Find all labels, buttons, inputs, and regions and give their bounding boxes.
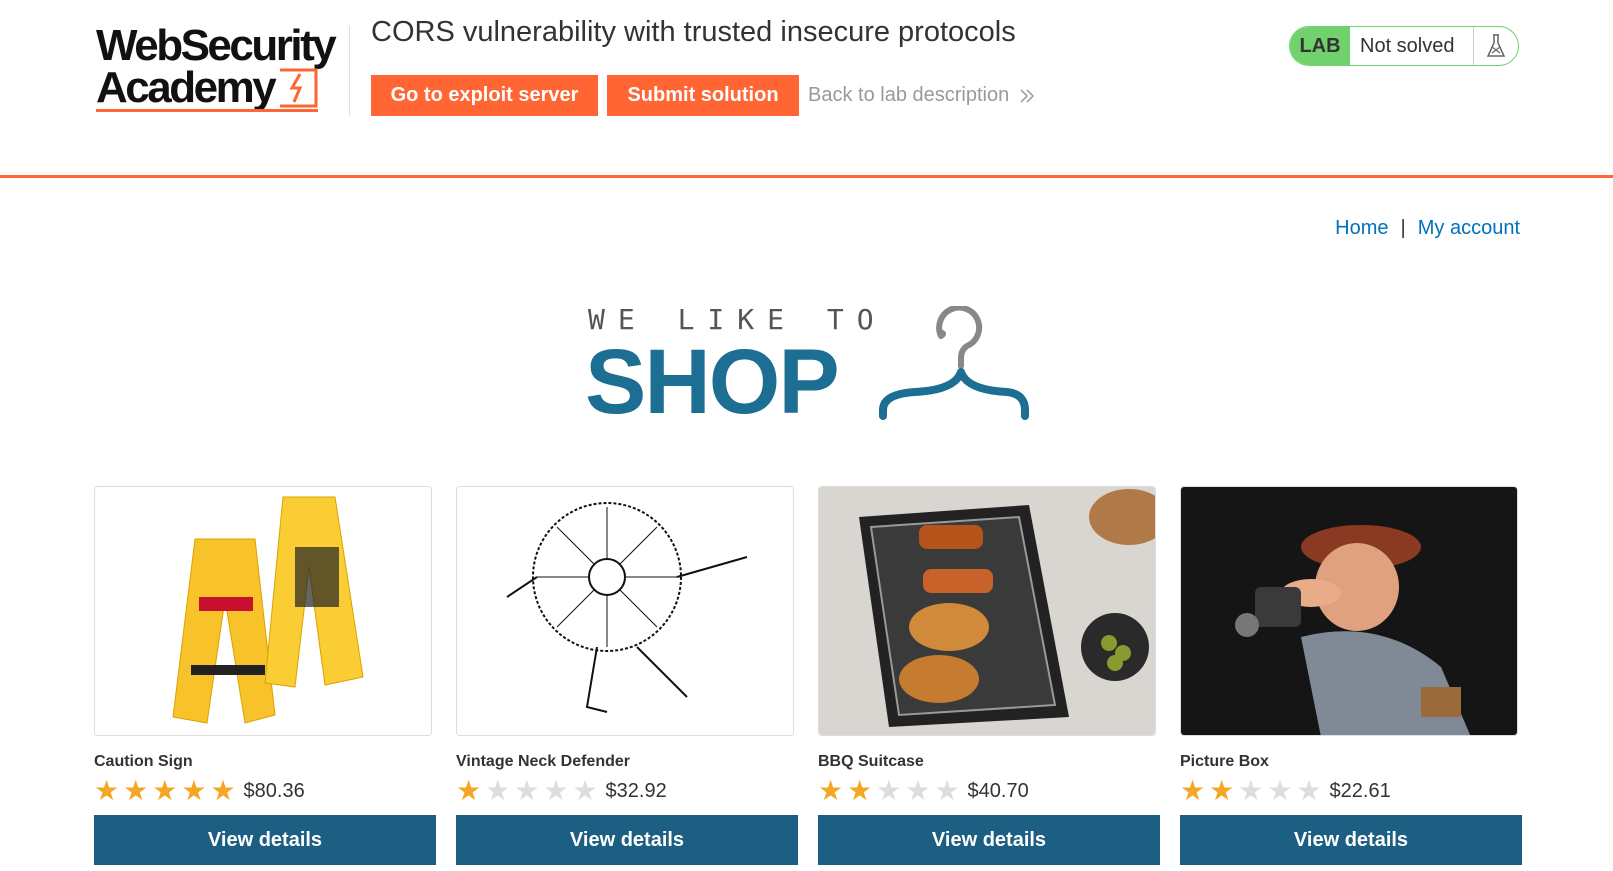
view-details-button[interactable]: View details <box>1180 815 1522 865</box>
star-filled-icon: ★ <box>456 775 482 806</box>
back-to-lab-description-link[interactable]: Back to lab description <box>808 84 1035 107</box>
product-rating-row: ★ ★ ★ ★ ★ $32.92 <box>456 776 798 806</box>
product-image <box>818 486 1156 736</box>
star-empty-icon: ★ <box>934 775 960 806</box>
product-rating-row: ★ ★ ★ ★ ★ $80.36 <box>94 776 436 806</box>
star-empty-icon: ★ <box>1296 775 1322 806</box>
product-image <box>94 486 432 736</box>
lab-title: CORS vulnerability with trusted insecure… <box>371 16 1016 48</box>
star-filled-icon: ★ <box>94 775 120 806</box>
star-empty-icon: ★ <box>485 775 511 806</box>
rating-stars: ★ ★ ★ ★ ★ <box>1180 777 1322 805</box>
home-link[interactable]: Home <box>1335 217 1388 240</box>
star-filled-icon: ★ <box>847 775 873 806</box>
star-filled-icon: ★ <box>181 775 207 806</box>
star-filled-icon: ★ <box>152 775 178 806</box>
star-filled-icon: ★ <box>123 775 149 806</box>
we-like-to-shop-banner: WE LIKE TO SHOP <box>585 300 1035 433</box>
product-name: Caution Sign <box>94 753 193 770</box>
logo-bolt-icon <box>280 68 318 108</box>
academy-header: WebSecurity Academy CORS vulnerability w… <box>0 0 1613 178</box>
lab-status-text: Not solved <box>1350 27 1474 65</box>
logo-line2: Academy <box>96 63 277 112</box>
go-to-exploit-server-button[interactable]: Go to exploit server <box>371 75 598 116</box>
lab-status-widget: LAB Not solved <box>1289 26 1519 66</box>
view-details-button[interactable]: View details <box>94 815 436 865</box>
product-rating-row: ★ ★ ★ ★ ★ $22.61 <box>1180 776 1522 806</box>
star-filled-icon: ★ <box>210 775 236 806</box>
product-card: BBQ Suitcase ★ ★ ★ ★ ★ $40.70 View details <box>818 486 1160 865</box>
product-card: Picture Box ★ ★ ★ ★ ★ $22.61 View details <box>1180 486 1522 865</box>
banner-big-text: SHOP <box>585 331 840 433</box>
nav-separator: | <box>1400 217 1406 239</box>
rating-stars: ★ ★ ★ ★ ★ <box>818 777 960 805</box>
star-empty-icon: ★ <box>514 775 540 806</box>
product-name: BBQ Suitcase <box>818 753 924 770</box>
star-empty-icon: ★ <box>1238 775 1264 806</box>
my-account-link[interactable]: My account <box>1418 217 1520 240</box>
star-filled-icon: ★ <box>1209 775 1235 806</box>
star-empty-icon: ★ <box>876 775 902 806</box>
star-empty-icon: ★ <box>1267 775 1293 806</box>
logo-underline <box>96 109 318 112</box>
product-rating-row: ★ ★ ★ ★ ★ $40.70 <box>818 776 1160 806</box>
product-name: Vintage Neck Defender <box>456 753 630 770</box>
product-image <box>1180 486 1518 736</box>
star-empty-icon: ★ <box>905 775 931 806</box>
view-details-button[interactable]: View details <box>818 815 1160 865</box>
submit-solution-button[interactable]: Submit solution <box>607 75 799 116</box>
product-card: Vintage Neck Defender ★ ★ ★ ★ ★ $32.92 View … <box>456 486 798 865</box>
flask-icon <box>1474 27 1518 65</box>
view-details-button[interactable]: View details <box>456 815 798 865</box>
star-filled-icon: ★ <box>818 775 844 806</box>
star-empty-icon: ★ <box>543 775 569 806</box>
product-card: Caution Sign ★ ★ ★ ★ ★ $80.36 View details <box>94 486 436 865</box>
product-price: $80.36 <box>243 779 305 802</box>
web-security-academy-logo[interactable]: WebSecurity Academy <box>96 22 344 116</box>
header-divider <box>349 26 350 116</box>
top-nav: Home | My account <box>1335 217 1520 240</box>
rating-stars: ★ ★ ★ ★ ★ <box>456 777 598 805</box>
product-price: $40.70 <box>967 779 1029 802</box>
double-chevron-right-icon <box>1020 88 1035 103</box>
star-empty-icon: ★ <box>572 775 598 806</box>
coat-hanger-icon <box>879 306 1029 420</box>
product-price: $22.61 <box>1329 779 1391 802</box>
product-image <box>456 486 794 736</box>
lab-badge: LAB <box>1290 27 1350 65</box>
product-name: Picture Box <box>1180 753 1269 770</box>
star-filled-icon: ★ <box>1180 775 1206 806</box>
rating-stars: ★ ★ ★ ★ ★ <box>94 777 236 805</box>
back-link-label: Back to lab description <box>808 84 1010 106</box>
product-price: $32.92 <box>605 779 667 802</box>
